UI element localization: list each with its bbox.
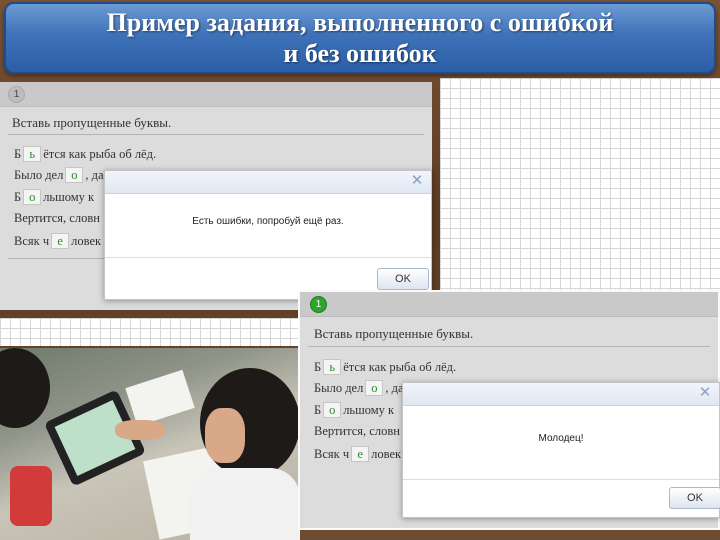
line-text: ловек — [71, 234, 102, 248]
classroom-photo — [0, 348, 300, 540]
exercise-line: Бо льшому к — [14, 189, 94, 205]
line-text: Всяк ч — [314, 447, 350, 461]
exercise-line: Было дел о, да — [314, 380, 404, 396]
answer-box[interactable]: о — [365, 380, 384, 396]
close-icon[interactable]: ✕ — [409, 173, 425, 189]
separator — [308, 346, 710, 347]
line-text: , да — [385, 381, 404, 395]
line-text: Было дел — [314, 381, 364, 395]
instruction-text: Вставь пропущенные буквы. — [314, 326, 474, 341]
ok-button[interactable]: OK — [377, 268, 429, 290]
answer-box[interactable]: е — [51, 233, 70, 249]
notebook — [125, 369, 195, 427]
answer-box[interactable]: ь — [23, 146, 42, 162]
line-text: Было дел — [14, 168, 64, 182]
background-student — [0, 348, 50, 428]
exercise-line: Было дел о, да — [14, 167, 104, 183]
line-text: льшому к — [343, 403, 395, 417]
line-text: Б — [14, 147, 22, 161]
success-dialog: ✕ Молодец! OK — [402, 382, 720, 518]
exercise-line: Бь ётся как рыба об лёд. — [14, 146, 156, 162]
line-text: Б — [14, 190, 22, 204]
exercise-line: Вертится, словн — [14, 211, 100, 226]
separator — [8, 134, 424, 135]
close-icon[interactable]: ✕ — [697, 385, 713, 401]
answer-box[interactable]: ь — [323, 359, 342, 375]
dialog-message: Молодец! — [538, 433, 584, 444]
line-text: ловек — [371, 447, 402, 461]
panel-header — [300, 292, 718, 317]
ok-button[interactable]: OK — [669, 487, 720, 509]
dialog-divider — [105, 257, 431, 258]
student-hand — [115, 420, 165, 440]
answer-box[interactable]: о — [65, 167, 84, 183]
dialog-header — [403, 383, 719, 406]
grid-paper-right — [440, 78, 720, 310]
exercise-line: Всяк ч е ловек — [14, 233, 101, 249]
pencil-case — [10, 466, 52, 526]
answer-box[interactable]: о — [323, 402, 342, 418]
error-dialog: ✕ Есть ошибки, попробуй ещё раз. OK — [104, 170, 432, 300]
exercise-line: Всяк ч е ловек — [314, 446, 401, 462]
answer-box[interactable]: е — [351, 446, 370, 462]
instruction-text: Вставь пропущенные буквы. — [12, 115, 172, 130]
line-text: льшому к — [43, 190, 95, 204]
line-text: ётся как рыба об лёд. — [43, 147, 157, 161]
line-text: Вертится, словн — [14, 211, 100, 225]
student-shirt — [190, 468, 300, 540]
title-banner: Пример задания, выполненного с ошибкой и… — [4, 2, 716, 74]
exercise-line: Вертится, словн — [314, 424, 400, 439]
answer-box[interactable]: о — [23, 189, 42, 205]
dialog-message: Есть ошибки, попробуй ещё раз. — [192, 216, 344, 227]
student-face — [205, 408, 245, 463]
step-badge: 1 — [310, 296, 327, 313]
line-text: Б — [314, 403, 322, 417]
grid-paper-middle — [0, 318, 300, 346]
panel-header — [0, 82, 432, 107]
line-text: , да — [85, 168, 104, 182]
line-text: ётся как рыба об лёд. — [343, 360, 457, 374]
exercise-line: Бь ётся как рыба об лёд. — [314, 359, 456, 375]
page-title: Пример задания, выполненного с ошибкой и… — [106, 8, 614, 68]
dialog-divider — [403, 479, 719, 480]
line-text: Всяк ч — [14, 234, 50, 248]
dialog-header — [105, 171, 431, 194]
line-text: Б — [314, 360, 322, 374]
step-badge: 1 — [8, 86, 25, 103]
exercise-line: Бо льшому к — [314, 402, 394, 418]
line-text: Вертится, словн — [314, 424, 400, 438]
